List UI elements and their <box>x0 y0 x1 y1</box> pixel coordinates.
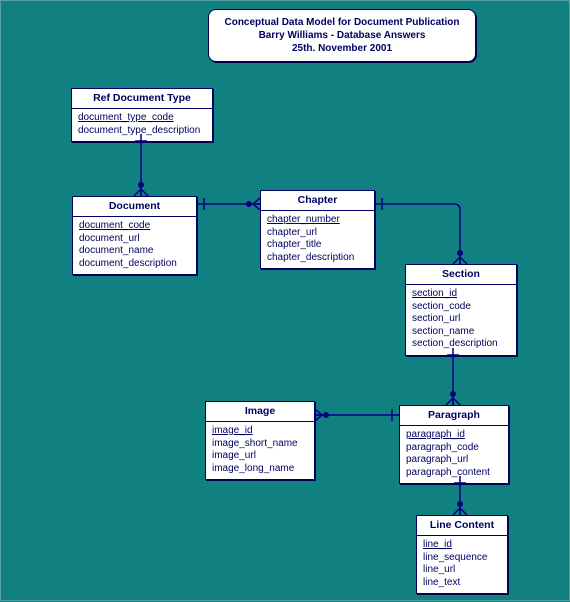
entity-body: document_code document_url document_name… <box>73 217 196 274</box>
attr: image_id <box>212 425 308 438</box>
rel-document-chapter <box>197 198 260 210</box>
attr: document_type_code <box>78 112 206 125</box>
attr: image_long_name <box>212 463 308 476</box>
attr: document_name <box>79 245 190 258</box>
attr: chapter_number <box>267 214 368 227</box>
attr: line_sequence <box>423 552 501 565</box>
entity-section: Section section_id section_code section_… <box>405 264 517 356</box>
rel-refdoctype-document <box>134 134 148 196</box>
entity-title: Line Content <box>417 516 507 536</box>
attr: section_code <box>412 301 510 314</box>
attr: document_code <box>79 220 190 233</box>
title-line-1: Conceptual Data Model for Document Publi… <box>217 16 467 29</box>
entity-title: Image <box>206 402 314 422</box>
attr: document_type_description <box>78 125 206 138</box>
entity-title: Document <box>73 197 196 217</box>
attr: chapter_url <box>267 227 368 240</box>
entity-image: Image image_id image_short_name image_ur… <box>205 401 315 480</box>
attr: paragraph_content <box>406 467 502 480</box>
entity-paragraph: Paragraph paragraph_id paragraph_code pa… <box>399 405 509 484</box>
attr: line_url <box>423 564 501 577</box>
entity-body: image_id image_short_name image_url imag… <box>206 422 314 479</box>
attr: line_id <box>423 539 501 552</box>
attr: section_url <box>412 313 510 326</box>
entity-title: Chapter <box>261 191 374 211</box>
attr: paragraph_url <box>406 454 502 467</box>
entity-title: Ref Document Type <box>72 89 212 109</box>
attr: section_id <box>412 288 510 301</box>
entity-body: document_type_code document_type_descrip… <box>72 109 212 141</box>
attr: paragraph_id <box>406 429 502 442</box>
entity-title: Paragraph <box>400 406 508 426</box>
entity-chapter: Chapter chapter_number chapter_url chapt… <box>260 190 375 269</box>
entity-ref-document-type: Ref Document Type document_type_code doc… <box>71 88 213 142</box>
attr: image_url <box>212 450 308 463</box>
attr: document_description <box>79 258 190 271</box>
entity-body: line_id line_sequence line_url line_text <box>417 536 507 593</box>
attr: chapter_description <box>267 252 368 265</box>
entity-document: Document document_code document_url docu… <box>72 196 197 275</box>
entity-body: chapter_number chapter_url chapter_title… <box>261 211 374 268</box>
attr: paragraph_code <box>406 442 502 455</box>
title-line-2: Barry Williams - Database Answers <box>217 29 467 42</box>
attr: chapter_title <box>267 239 368 252</box>
entity-line-content: Line Content line_id line_sequence line_… <box>416 515 508 594</box>
title-line-3: 25th. November 2001 <box>217 42 467 55</box>
entity-body: section_id section_code section_url sect… <box>406 285 516 355</box>
attr: document_url <box>79 233 190 246</box>
attr: line_text <box>423 577 501 590</box>
entity-body: paragraph_id paragraph_code paragraph_ur… <box>400 426 508 483</box>
entity-title: Section <box>406 265 516 285</box>
attr: section_description <box>412 338 510 351</box>
rel-chapter-section <box>375 198 467 264</box>
rel-paragraph-image <box>315 409 399 421</box>
attr: image_short_name <box>212 438 308 451</box>
diagram-title: Conceptual Data Model for Document Publi… <box>208 9 476 62</box>
rel-section-paragraph <box>446 348 460 405</box>
attr: section_name <box>412 326 510 339</box>
